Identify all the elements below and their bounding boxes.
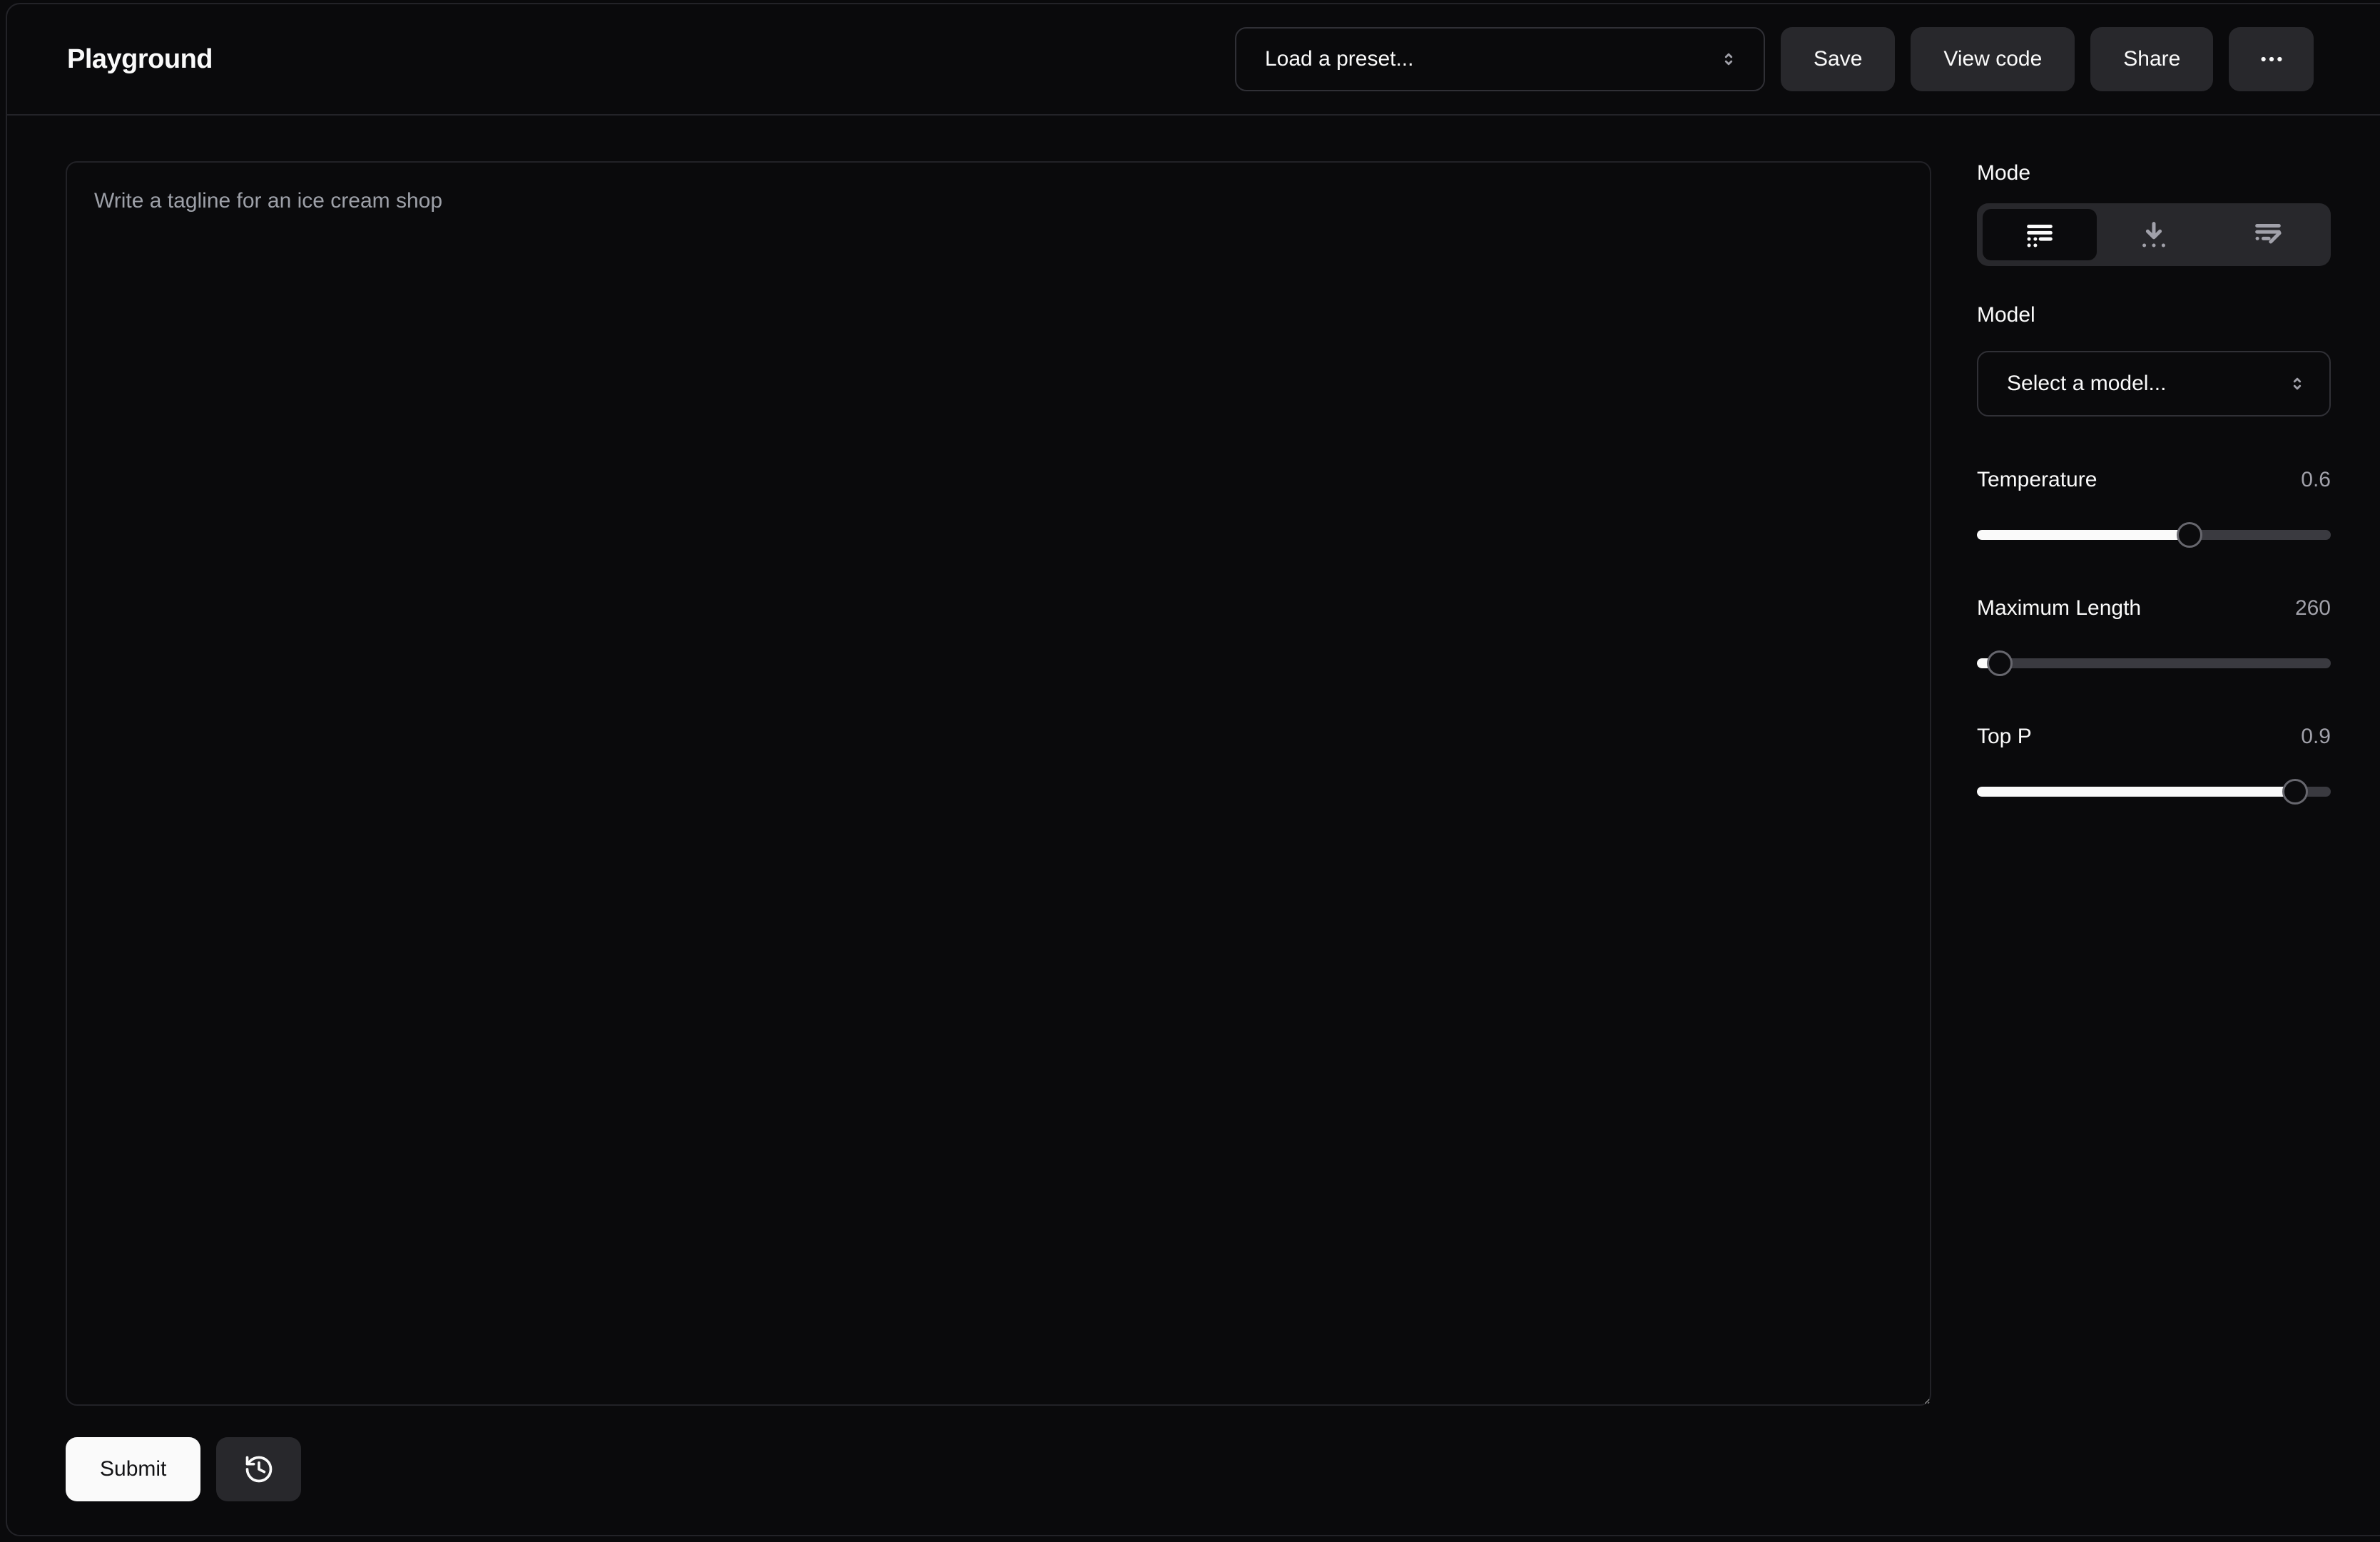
- chevrons-up-down-icon: [1718, 48, 1739, 70]
- header: Playground Load a preset... Save View co…: [7, 4, 2380, 116]
- mode-label: Mode: [1977, 161, 2331, 185]
- playground-panel: Playground Load a preset... Save View co…: [6, 3, 2380, 1536]
- top-p-slider-group: Top P 0.9: [1977, 725, 2331, 807]
- arrow-down-insert-icon: [2137, 218, 2170, 251]
- temperature-slider[interactable]: [1977, 519, 2331, 551]
- top-p-label: Top P: [1977, 725, 2032, 749]
- model-select-value: Select a model...: [2007, 372, 2166, 396]
- temperature-slider-group: Temperature 0.6: [1977, 468, 2331, 551]
- temperature-label: Temperature: [1977, 468, 2097, 492]
- mode-toggle-group: [1977, 203, 2331, 266]
- page-title: Playground: [67, 44, 213, 75]
- more-horizontal-icon: [2256, 44, 2287, 75]
- settings-sidebar: Mode: [1977, 161, 2331, 1501]
- mode-complete-tab[interactable]: [1983, 209, 2097, 260]
- mode-insert-tab[interactable]: [2097, 209, 2211, 260]
- more-button[interactable]: [2229, 27, 2314, 91]
- history-icon: [243, 1454, 275, 1485]
- model-field: Model Select a model...: [1977, 303, 2331, 417]
- chevrons-up-down-icon: [2287, 373, 2308, 394]
- top-p-value: 0.9: [2301, 725, 2331, 749]
- prompt-textarea[interactable]: [66, 161, 1931, 1406]
- preset-select[interactable]: Load a preset...: [1235, 27, 1765, 91]
- header-controls: Load a preset... Save View code Share: [1235, 4, 2314, 114]
- maximum-length-slider-group: Maximum Length 260: [1977, 596, 2331, 679]
- main-content: Submit Mode: [7, 116, 2380, 1501]
- view-code-button[interactable]: View code: [1911, 27, 2075, 91]
- history-button[interactable]: [216, 1437, 301, 1501]
- temperature-value: 0.6: [2301, 468, 2331, 492]
- share-button[interactable]: Share: [2090, 27, 2213, 91]
- editor-column: Submit: [66, 161, 1931, 1501]
- text-complete-icon: [2023, 218, 2056, 251]
- slider-thumb[interactable]: [1987, 650, 2013, 676]
- text-edit-icon: [2252, 218, 2284, 251]
- top-p-slider[interactable]: [1977, 776, 2331, 807]
- maximum-length-slider[interactable]: [1977, 648, 2331, 679]
- maximum-length-label: Maximum Length: [1977, 596, 2141, 621]
- model-select[interactable]: Select a model...: [1977, 351, 2331, 417]
- maximum-length-value: 260: [2295, 596, 2331, 621]
- submit-button[interactable]: Submit: [66, 1437, 200, 1501]
- slider-thumb[interactable]: [2282, 779, 2308, 805]
- preset-select-value: Load a preset...: [1265, 47, 1413, 71]
- model-label: Model: [1977, 303, 2331, 327]
- save-button[interactable]: Save: [1781, 27, 1895, 91]
- mode-field: Mode: [1977, 161, 2331, 266]
- slider-thumb[interactable]: [2177, 522, 2202, 548]
- mode-edit-tab[interactable]: [2211, 209, 2325, 260]
- actions-row: Submit: [66, 1437, 1931, 1501]
